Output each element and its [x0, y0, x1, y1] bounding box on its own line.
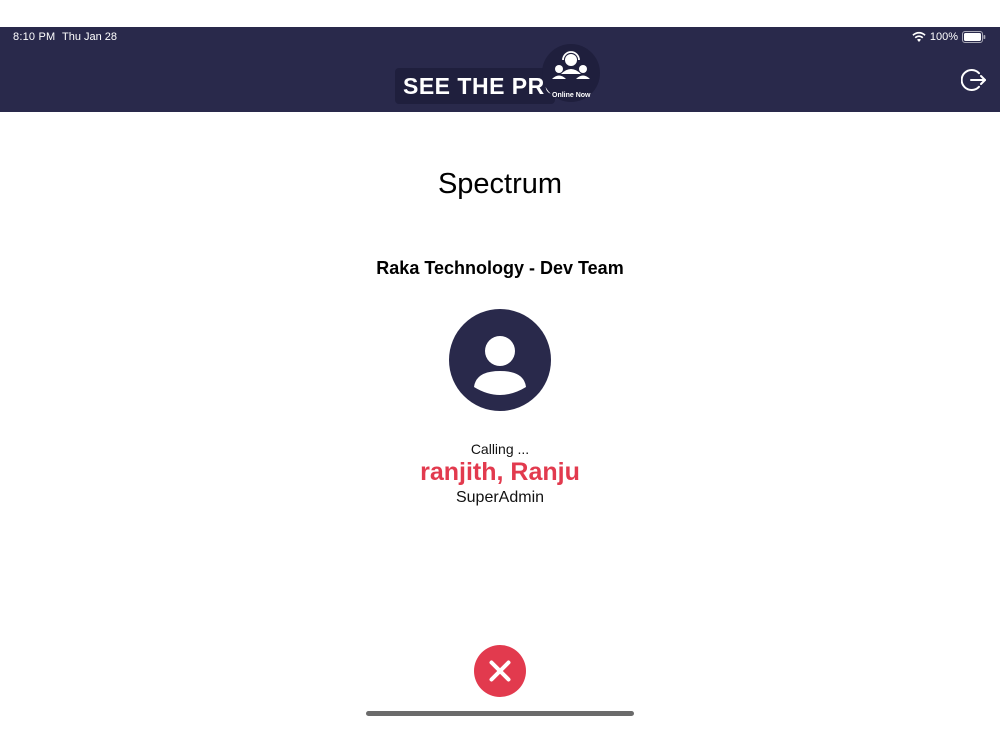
caller-name: ranjith, Ranju — [420, 458, 580, 486]
top-margin — [0, 0, 1000, 27]
status-date: Thu Jan 28 — [62, 31, 118, 43]
team-name: Raka Technology - Dev Team — [376, 258, 624, 278]
person-avatar-icon — [449, 309, 551, 411]
caller-role: SuperAdmin — [455, 489, 545, 506]
wifi-icon — [912, 31, 926, 42]
battery-percentage: 100% — [929, 31, 958, 43]
battery-full-icon — [962, 31, 986, 43]
app-logo: SEE THE PRO Online Now — [395, 42, 605, 104]
status-time: 8:10 PM — [13, 31, 56, 43]
status-indicators: 100% — [912, 30, 986, 44]
close-icon — [489, 660, 511, 682]
logo-text: SEE THE PRO — [403, 73, 564, 99]
logout-icon[interactable] — [961, 67, 987, 93]
home-indicator[interactable] — [366, 711, 634, 716]
logo-subtext: Online Now — [552, 92, 591, 99]
end-call-button[interactable] — [474, 645, 526, 697]
call-status: Calling ... — [470, 441, 530, 457]
page-title: Spectrum — [437, 168, 563, 200]
